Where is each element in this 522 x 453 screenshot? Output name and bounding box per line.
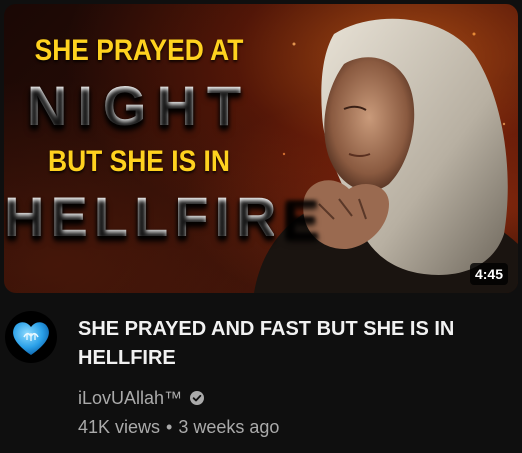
video-metadata: 41K views • 3 weeks ago bbox=[78, 417, 279, 438]
video-thumbnail[interactable]: SHE PRAYED AT NIGHT BUT SHE IS IN HELLFI… bbox=[4, 4, 518, 293]
video-title[interactable]: SHE PRAYED AND FAST BUT SHE IS IN HELLFI… bbox=[78, 315, 498, 373]
thumbnail-text-line1: SHE PRAYED AT bbox=[34, 34, 244, 67]
thumbnail-text-line4: HELLFIRE bbox=[4, 185, 326, 248]
channel-row: iLovUAllah™ bbox=[78, 386, 205, 410]
verified-check-icon bbox=[190, 391, 205, 405]
blue-heart-icon bbox=[13, 322, 49, 355]
meta-separator: • bbox=[166, 417, 173, 437]
thumbnail-text-line3: BUT SHE IS IN bbox=[48, 145, 230, 178]
view-count: 41K views bbox=[78, 417, 161, 437]
thumbnail-text-line2: NIGHT bbox=[4, 78, 274, 134]
channel-name[interactable]: iLovUAllah™ bbox=[78, 388, 182, 409]
duration-badge: 4:45 bbox=[469, 263, 508, 285]
channel-avatar[interactable] bbox=[5, 311, 57, 363]
upload-age: 3 weeks ago bbox=[178, 417, 280, 437]
